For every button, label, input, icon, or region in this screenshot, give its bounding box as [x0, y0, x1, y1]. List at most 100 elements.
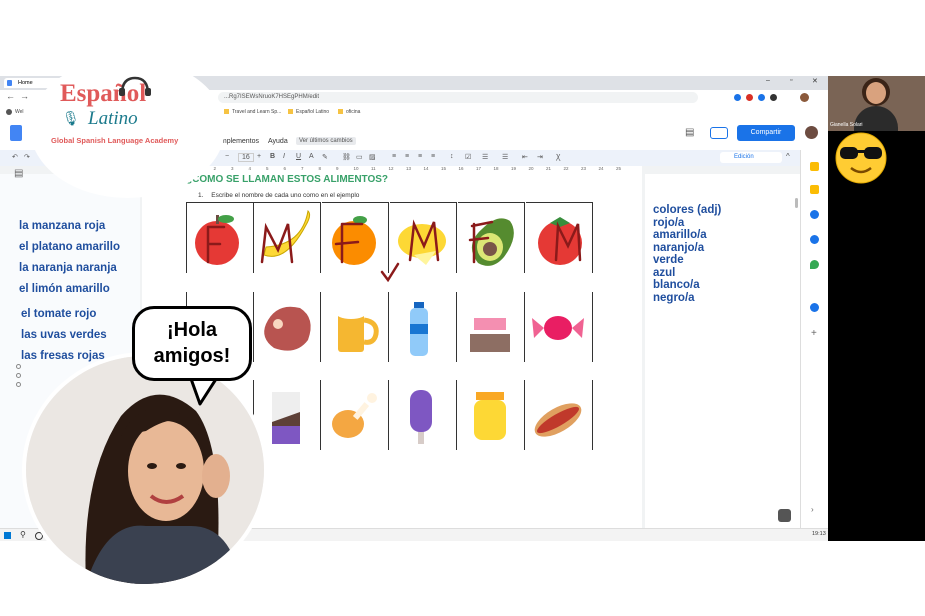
font-size-input[interactable]: 16	[238, 153, 254, 162]
chicken-leg-icon	[332, 393, 377, 438]
keep-icon[interactable]	[810, 162, 819, 171]
windows-start-icon[interactable]	[4, 532, 11, 539]
chevron-up-icon[interactable]: ^	[786, 152, 790, 161]
bookmark-item[interactable]: Travel and Learn Sp...	[232, 109, 281, 115]
numbered-list-icon[interactable]: ☰	[502, 153, 508, 161]
food-cell[interactable]	[390, 292, 457, 362]
explore-button[interactable]	[778, 509, 791, 522]
bookmark-item[interactable]: Español Latino	[296, 109, 329, 115]
account-avatar[interactable]	[805, 126, 818, 139]
food-cell[interactable]	[458, 380, 525, 450]
align-right-icon[interactable]: ≡	[418, 153, 422, 160]
bookmark-item[interactable]: Wel	[15, 109, 24, 115]
italic-icon[interactable]: I	[283, 153, 285, 160]
food-cell[interactable]	[322, 380, 389, 450]
contacts-icon[interactable]	[810, 235, 819, 244]
speech-line-2: amigos!	[153, 345, 231, 367]
decrease-indent-icon[interactable]: ⇤	[522, 153, 528, 161]
food-cell[interactable]	[526, 292, 593, 362]
academy-logo: Español 🎙 Latino Global Spanish Language…	[30, 58, 225, 198]
font-size-decrease-icon[interactable]: −	[225, 153, 229, 160]
addon-icon[interactable]	[810, 303, 819, 312]
minimize-icon[interactable]: –	[766, 77, 770, 84]
water-bottle-icon	[410, 302, 428, 356]
last-changes-link[interactable]: Ver últimos cambios	[296, 137, 356, 145]
line-spacing-icon[interactable]: ↕	[450, 153, 454, 160]
font-size-increase-icon[interactable]: +	[257, 153, 261, 160]
side-panel: + ›	[800, 150, 828, 531]
checklist-icon[interactable]: ☑	[465, 153, 471, 161]
hotdog-icon	[534, 403, 582, 437]
site-icon	[6, 109, 12, 115]
extension-icon[interactable]	[746, 94, 753, 101]
underline-icon[interactable]: U	[296, 153, 301, 160]
cake-icon	[470, 318, 510, 352]
docs-logo-icon[interactable]	[10, 125, 22, 141]
participant-video-tile[interactable]: Gianella Solari	[828, 76, 925, 131]
extension-icon[interactable]	[770, 94, 777, 101]
increase-indent-icon[interactable]: ⇥	[537, 153, 543, 161]
food-cell[interactable]	[322, 292, 389, 362]
popsicle-icon	[410, 390, 432, 444]
speech-line-1: ¡Hola	[167, 319, 217, 341]
maximize-icon[interactable]: ▫	[790, 77, 792, 84]
folder-icon	[288, 109, 293, 114]
ruler-number: 10	[353, 166, 359, 171]
participant-name: Gianella Solari	[830, 122, 863, 128]
tab-title: Home	[18, 80, 33, 86]
food-cell[interactable]	[254, 292, 321, 362]
ruler-number: 21	[546, 166, 552, 171]
edit-mode-select[interactable]: Edición	[720, 152, 782, 163]
vocab-item: la naranja naranja	[19, 262, 117, 274]
scrollbar-thumb[interactable]	[795, 198, 798, 208]
chocolate-icon	[272, 392, 300, 444]
vocab-item: el tomate rojo	[21, 308, 97, 320]
add-addon-icon[interactable]: +	[811, 328, 817, 339]
tasks-icon[interactable]	[810, 210, 819, 219]
participant-face	[866, 82, 886, 104]
ruler-number: 17	[476, 166, 482, 171]
food-cell[interactable]	[458, 292, 525, 362]
color-word: amarillo/a	[653, 229, 707, 241]
maps-icon[interactable]	[810, 260, 819, 269]
vocab-item: el platano amarillo	[19, 241, 120, 253]
back-icon[interactable]: ←	[6, 91, 15, 101]
clear-format-icon[interactable]: Ꭓ	[556, 153, 561, 162]
menu-item-help[interactable]: Ayuda	[268, 138, 288, 145]
share-button[interactable]: Compartir	[737, 125, 795, 141]
folder-icon	[338, 109, 343, 114]
present-button[interactable]	[710, 127, 728, 139]
ruler-number: 14	[423, 166, 429, 171]
undo-icon[interactable]: ↶	[12, 153, 18, 161]
link-icon[interactable]: ⛓	[342, 153, 351, 161]
outline-icon[interactable]: ▤	[14, 168, 23, 179]
outline-dot	[16, 382, 21, 387]
speech-bubble: ¡Hola amigos!	[132, 306, 252, 381]
search-icon[interactable]: ⚲	[20, 530, 26, 539]
redo-icon[interactable]: ↷	[24, 153, 30, 161]
expand-panel-icon[interactable]: ›	[811, 505, 814, 514]
bookmark-item[interactable]: oficina	[346, 109, 360, 115]
bold-icon[interactable]: B	[270, 153, 275, 160]
bullet-list-icon[interactable]: ☰	[482, 153, 488, 161]
headphones-icon	[119, 76, 151, 96]
comment-icon[interactable]: ▭	[356, 153, 363, 161]
close-window-icon[interactable]: ✕	[812, 77, 818, 85]
extension-icon[interactable]	[734, 94, 741, 101]
align-center-icon[interactable]: ≡	[405, 153, 409, 160]
calendar-icon[interactable]	[810, 185, 819, 194]
highlight-icon[interactable]: ✎	[322, 153, 328, 161]
video-call-panel: Gianella Solari	[828, 76, 925, 541]
image-icon[interactable]: ▨	[369, 153, 376, 161]
extension-icon[interactable]	[758, 94, 765, 101]
food-cell[interactable]	[526, 380, 593, 450]
ruler-number: 6	[283, 166, 287, 171]
comments-icon[interactable]: ▤	[685, 127, 694, 138]
url-input[interactable]: ...Rg7ISEWsNruoK7HSEgPHM/edit	[218, 92, 698, 103]
text-color-icon[interactable]: A	[309, 153, 314, 160]
profile-avatar[interactable]	[800, 93, 809, 102]
align-left-icon[interactable]: ≡	[392, 153, 396, 160]
align-justify-icon[interactable]: ≡	[431, 153, 435, 160]
food-cell[interactable]	[390, 380, 457, 450]
forward-icon[interactable]: →	[20, 91, 29, 101]
